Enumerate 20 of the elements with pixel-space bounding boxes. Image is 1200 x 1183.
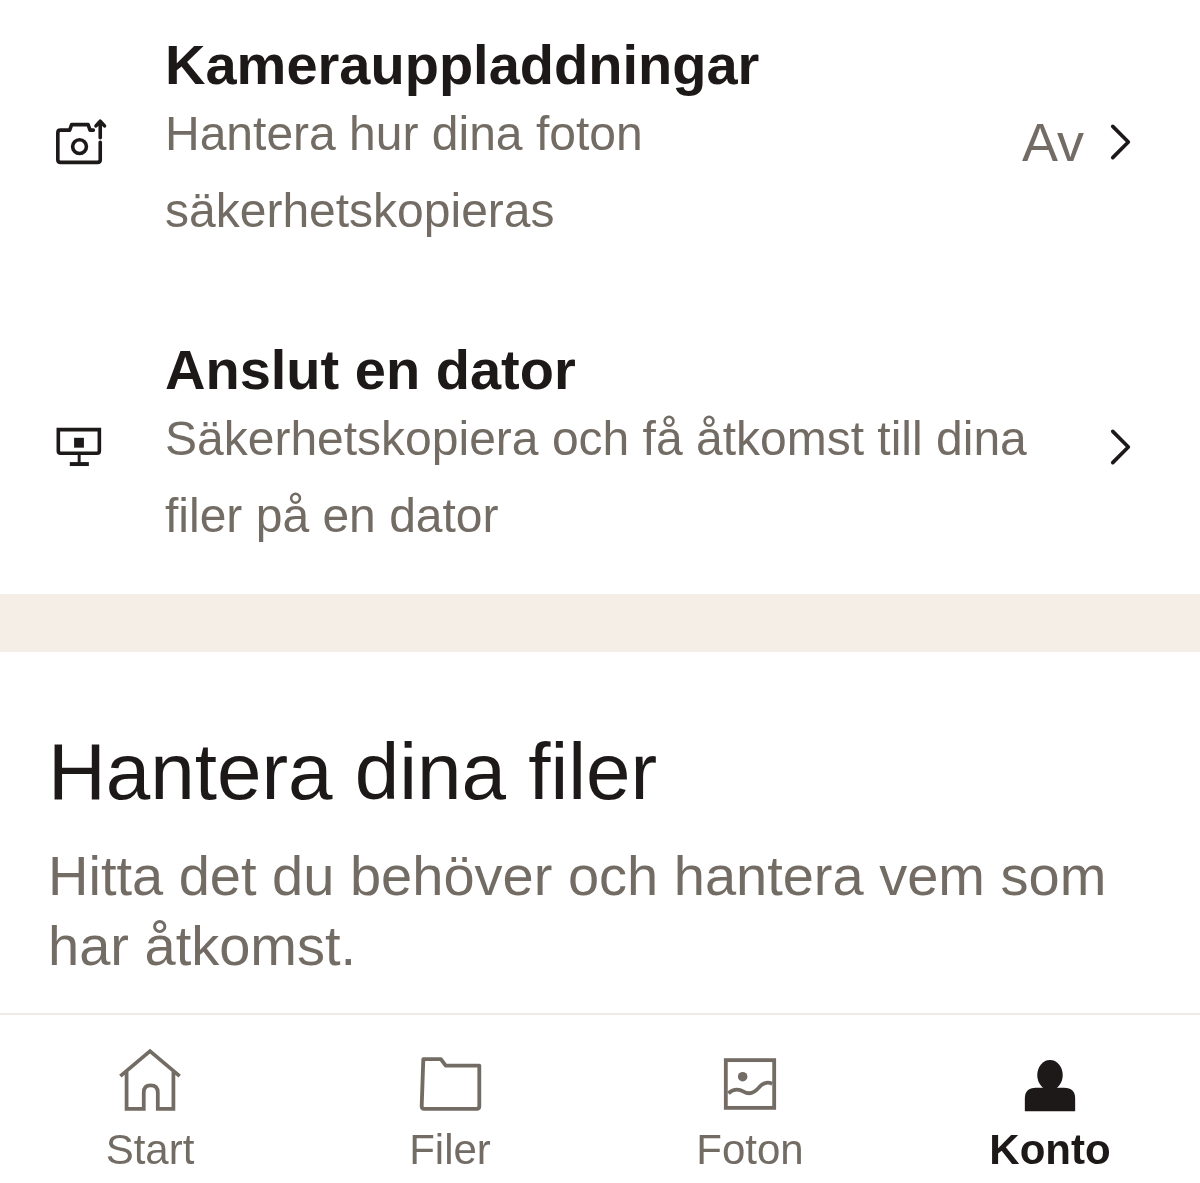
status-value: Av [1021,112,1084,172]
nav-tab[interactable]: Start [0,1015,300,1183]
home-icon [116,1048,184,1112]
settings-list-item[interactable]: Kamerauppladdningar Hantera hur dina foton säkerhetskopieras Av [0,0,1200,305]
item-title: Anslut en dator [165,340,577,400]
person-icon [1023,1060,1077,1112]
settings-list-item[interactable]: Anslut en dator Säkerhetskopiera och få åtkomst till dina filer på en dator [0,305,1200,594]
item-description: Säkerhetskopiera och få åtkomst till dina filer på en dator [165,411,1028,544]
section-description: Hitta det du behöver och hantera vem som har åtkomst. [48,843,1108,979]
monitor-icon [55,426,103,468]
nav-tab[interactable]: Konto [900,1015,1200,1183]
chevron-right-icon [1110,427,1132,467]
item-description: Hantera hur dina foton säkerhetskopieras [165,106,644,239]
item-title: Kamerauppladdningar [165,35,761,95]
camera-upload-icon [55,118,108,166]
nav-tab[interactable]: Foton [600,1015,900,1183]
chevron-right-icon [1110,122,1132,162]
section-heading: Hantera dina filer [48,727,659,817]
nav-tab[interactable]: Filer [300,1015,600,1183]
image-icon [722,1056,778,1112]
